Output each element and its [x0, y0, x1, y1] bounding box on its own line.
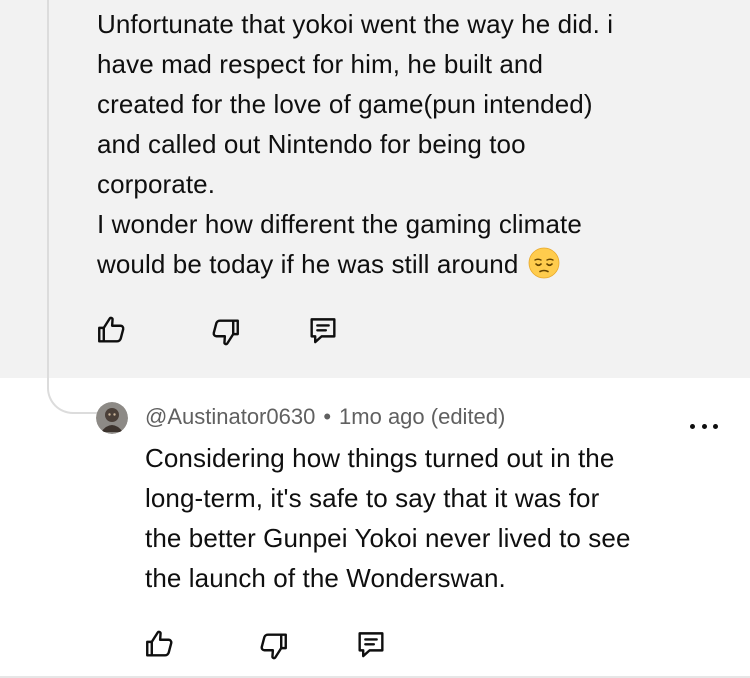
thumbs-up-icon [146, 630, 173, 657]
reply-reply-button[interactable] [351, 624, 391, 664]
thread-connector [47, 362, 99, 414]
separator-dot: • [323, 404, 332, 429]
more-options-dot [701, 423, 707, 429]
parent-comment-text: Unfortunate that yokoi went the way he d… [97, 4, 737, 284]
pensive-face-emoji [528, 247, 560, 279]
reply-dislike-button[interactable] [253, 626, 293, 666]
thumbs-down-icon [212, 319, 239, 346]
comment-icon [358, 632, 384, 658]
more-options-icon [690, 423, 695, 429]
like-button[interactable] [92, 310, 132, 350]
thumbs-up-icon [98, 316, 125, 343]
reply-header: @Austinator0630 • 1mo ago (edited) [145, 402, 505, 432]
thumbs-down-icon [260, 633, 287, 660]
author-handle[interactable]: @Austinator0630 [145, 404, 315, 429]
thread-line [47, 0, 49, 382]
more-options-button[interactable] [690, 414, 718, 438]
parent-comment-body: Unfortunate that yokoi went the way he d… [97, 9, 614, 279]
more-options-dot [713, 423, 718, 429]
avatar[interactable] [96, 402, 128, 434]
timestamp: 1mo ago (edited) [339, 404, 506, 429]
reply-comment-text: Considering how things turned out in the… [145, 443, 631, 593]
reply-like-button[interactable] [140, 624, 180, 664]
reply-button[interactable] [303, 310, 343, 350]
comment-icon [310, 318, 336, 344]
dislike-button[interactable] [205, 312, 245, 352]
